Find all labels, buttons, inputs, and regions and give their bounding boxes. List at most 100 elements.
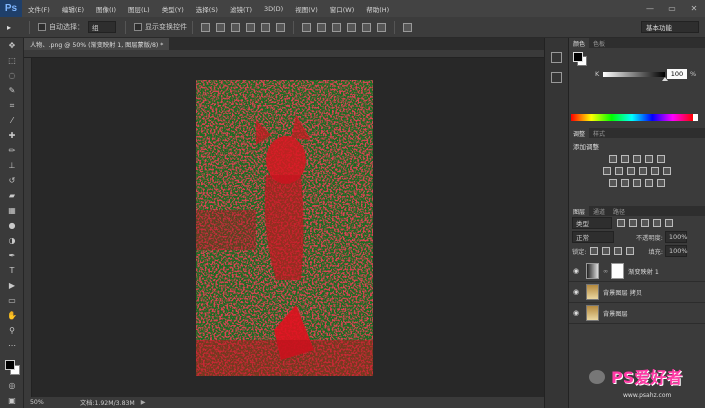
pen-tool-icon[interactable]: ✒ [0, 248, 24, 263]
align-top-icon[interactable] [201, 22, 210, 32]
healing-brush-tool-icon[interactable]: ✚ [0, 128, 24, 143]
distribute-vcenter-icon[interactable] [317, 22, 326, 32]
hand-tool-icon[interactable]: ✋ [0, 308, 24, 323]
auto-select-checkbox[interactable] [38, 23, 46, 31]
align-bottom-icon[interactable] [231, 22, 240, 32]
color-balance-icon[interactable] [615, 167, 623, 175]
menu-window[interactable]: 窗口(W) [324, 4, 361, 14]
photo-filter-icon[interactable] [639, 167, 647, 175]
align-vcenter-icon[interactable] [216, 22, 225, 32]
distribute-right-icon[interactable] [377, 22, 386, 32]
brush-tool-icon[interactable]: ✏ [0, 143, 24, 158]
align-hcenter-icon[interactable] [261, 22, 270, 32]
layer-row-gradient-map[interactable]: ◉ ∞ 渐变映射 1 [569, 261, 705, 282]
invert-icon[interactable] [609, 179, 617, 187]
tab-layers[interactable]: 图层 [569, 206, 590, 216]
lock-transparent-icon[interactable] [590, 247, 599, 255]
color-spectrum-bar[interactable] [571, 114, 693, 121]
brightness-contrast-icon[interactable] [609, 155, 617, 163]
tab-color[interactable]: 颜色 [569, 38, 590, 48]
menu-3d[interactable]: 3D(D) [258, 5, 289, 13]
gradient-tool-icon[interactable]: ▦ [0, 203, 24, 218]
eyedropper-tool-icon[interactable]: ⁄ [0, 113, 24, 128]
layer-row-background-copy[interactable]: ◉ 背景图层 拷贝 [569, 282, 705, 303]
filter-type-icon[interactable] [641, 219, 649, 227]
tab-paths[interactable]: 路径 [609, 206, 629, 216]
levels-icon[interactable] [621, 155, 629, 163]
blend-mode-dropdown[interactable]: 正常 [572, 231, 614, 243]
menu-help[interactable]: 帮助(H) [360, 4, 395, 14]
curves-icon[interactable] [633, 155, 641, 163]
shape-tool-icon[interactable]: ▭ [0, 293, 24, 308]
status-menu-arrow-icon[interactable]: ▶ [141, 399, 146, 406]
filter-shape-icon[interactable] [653, 219, 661, 227]
distribute-top-icon[interactable] [302, 22, 311, 32]
gradient-map-icon[interactable] [645, 179, 653, 187]
lock-image-icon[interactable] [602, 247, 611, 255]
chain-link-icon[interactable]: ∞ [603, 268, 608, 275]
quick-mask-icon[interactable]: ◎ [0, 378, 24, 393]
clone-stamp-tool-icon[interactable]: ⊥ [0, 158, 24, 173]
tab-channels[interactable]: 通道 [589, 206, 609, 216]
zoom-level[interactable]: 50% [24, 399, 54, 406]
quick-select-tool-icon[interactable]: ✎ [0, 83, 24, 98]
blur-tool-icon[interactable]: ● [0, 218, 24, 233]
auto-align-icon[interactable] [403, 22, 412, 32]
tab-adjustments[interactable]: 调整 [569, 128, 590, 138]
eye-icon[interactable]: ◉ [572, 267, 580, 275]
channel-mixer-icon[interactable] [651, 167, 659, 175]
zoom-tool-icon[interactable]: ⚲ [0, 323, 24, 338]
close-button[interactable]: ✕ [683, 0, 705, 17]
layer-filter-dropdown[interactable]: 类型 [572, 217, 612, 229]
distribute-hcenter-icon[interactable] [362, 22, 371, 32]
opacity-field[interactable]: 100% [664, 231, 687, 243]
layer-row-background[interactable]: ◉ 背景图层 [569, 303, 705, 324]
align-left-icon[interactable] [246, 22, 255, 32]
menu-filter[interactable]: 滤镜(T) [224, 4, 258, 14]
filter-pixel-icon[interactable] [617, 219, 625, 227]
k-slider-track[interactable] [603, 72, 665, 77]
distribute-bottom-icon[interactable] [332, 22, 341, 32]
history-brush-tool-icon[interactable]: ↺ [0, 173, 24, 188]
filter-adjustment-icon[interactable] [629, 219, 637, 227]
fill-field[interactable]: 100% [664, 245, 688, 257]
history-panel-icon[interactable] [551, 52, 562, 63]
menu-select[interactable]: 选择(S) [190, 4, 224, 14]
properties-panel-icon[interactable] [551, 72, 562, 83]
layer-mask-thumbnail[interactable] [611, 263, 625, 279]
menu-image[interactable]: 图像(I) [90, 4, 122, 14]
filter-smart-object-icon[interactable] [665, 219, 673, 227]
show-transform-checkbox[interactable] [134, 23, 142, 31]
tab-styles[interactable]: 样式 [589, 128, 609, 138]
lock-all-icon[interactable] [626, 247, 635, 255]
menu-file[interactable]: 文件(F) [22, 4, 56, 14]
hue-saturation-icon[interactable] [603, 167, 611, 175]
document-tab[interactable]: 人物、.png @ 50% (渐变映射 1, 图层蒙版/8) * [24, 38, 170, 50]
screen-mode-icon[interactable]: ▣ [0, 393, 24, 408]
exposure-icon[interactable] [645, 155, 653, 163]
lock-position-icon[interactable] [614, 247, 623, 255]
color-lookup-icon[interactable] [663, 167, 671, 175]
menu-view[interactable]: 视图(V) [289, 4, 324, 14]
canvas-image[interactable] [196, 80, 373, 376]
black-white-icon[interactable] [627, 167, 635, 175]
workspace-dropdown[interactable]: 基本功能 [641, 21, 699, 33]
threshold-icon[interactable] [633, 179, 641, 187]
lasso-tool-icon[interactable]: ◌ [0, 68, 24, 83]
menu-edit[interactable]: 编辑(E) [56, 4, 90, 14]
eye-icon[interactable]: ◉ [572, 288, 580, 296]
white-swatch[interactable] [693, 114, 698, 121]
move-tool-icon[interactable]: ✥ [0, 38, 24, 53]
tab-swatches[interactable]: 色板 [589, 38, 609, 48]
foreground-color-swatch[interactable] [573, 52, 583, 62]
vibrance-icon[interactable] [657, 155, 665, 163]
minimize-button[interactable]: — [639, 0, 661, 17]
menu-layer[interactable]: 图层(L) [122, 4, 156, 14]
path-select-tool-icon[interactable]: ▶ [0, 278, 24, 293]
more-tools-icon[interactable]: ⋯ [0, 338, 24, 353]
foreground-color-swatch[interactable] [5, 360, 15, 370]
selective-color-icon[interactable] [657, 179, 665, 187]
eye-icon[interactable]: ◉ [572, 309, 580, 317]
move-tool-preset-icon[interactable]: ▸ [7, 23, 21, 32]
dodge-tool-icon[interactable]: ◑ [0, 233, 24, 248]
